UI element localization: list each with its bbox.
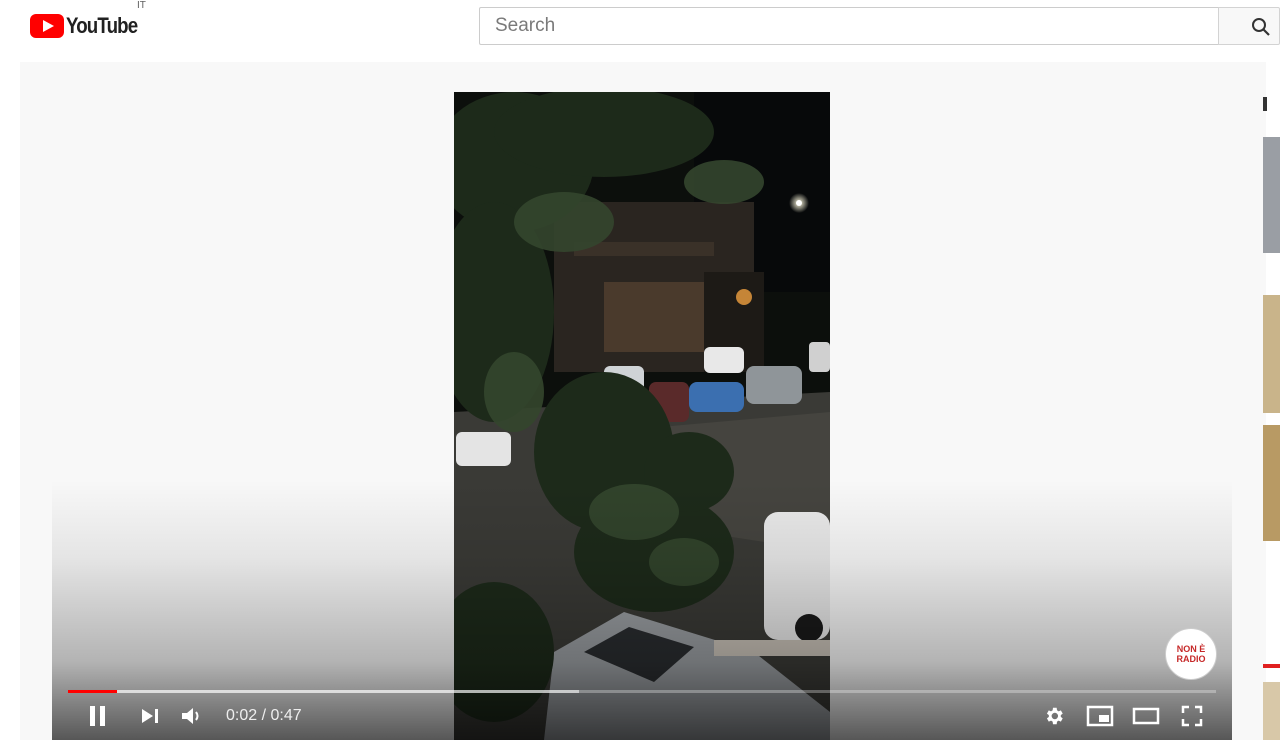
country-code: IT <box>137 0 146 11</box>
theater-mode-icon <box>1132 707 1160 725</box>
search-input[interactable] <box>480 8 1218 44</box>
search-box <box>479 7 1218 45</box>
masthead: YouTube IT <box>0 0 1280 56</box>
related-thumbnail[interactable] <box>1263 682 1280 740</box>
next-icon <box>142 709 158 723</box>
time-display: 0:02 / 0:47 <box>226 696 302 736</box>
next-button[interactable] <box>132 696 168 736</box>
related-videos-sidebar <box>1263 92 1280 740</box>
miniplayer-button[interactable] <box>1082 696 1118 736</box>
video-frame[interactable] <box>454 92 830 740</box>
player-controls: 0:02 / 0:47 <box>52 696 1232 736</box>
video-player[interactable]: NON È RADIO 0:02 / 0:47 <box>52 92 1232 740</box>
channel-watermark[interactable]: NON È RADIO <box>1165 628 1217 680</box>
pause-icon <box>90 706 105 726</box>
search-button[interactable] <box>1218 7 1280 45</box>
progress-played <box>68 690 118 693</box>
gear-icon <box>1046 707 1063 725</box>
fullscreen-button[interactable] <box>1174 696 1210 736</box>
youtube-logo[interactable]: YouTube <box>30 12 150 40</box>
related-thumbnail[interactable] <box>1263 295 1280 413</box>
fullscreen-icon <box>1181 705 1203 727</box>
pause-button[interactable] <box>80 696 116 736</box>
search-icon <box>1252 18 1270 36</box>
time-separator: / <box>257 707 271 724</box>
related-progress-fragment <box>1263 664 1280 668</box>
volume-button[interactable] <box>174 696 210 736</box>
duration: 0:47 <box>270 707 302 724</box>
progress-bar[interactable] <box>68 690 1216 693</box>
related-thumbnail[interactable] <box>1263 425 1280 541</box>
current-time: 0:02 <box>226 707 258 724</box>
logo-text: YouTube <box>66 13 138 38</box>
settings-button[interactable] <box>1036 696 1072 736</box>
miniplayer-icon <box>1086 705 1114 727</box>
watermark-line-2: RADIO <box>1176 654 1206 664</box>
youtube-play-icon <box>30 14 64 38</box>
watermark-line-1: NON È <box>1176 644 1206 654</box>
sidebar-heading-fragment <box>1263 97 1267 111</box>
progress-buffered <box>68 690 579 693</box>
related-thumbnail[interactable] <box>1263 137 1280 253</box>
theater-mode-button[interactable] <box>1128 696 1164 736</box>
volume-icon <box>182 708 199 724</box>
video-scene <box>454 92 830 740</box>
